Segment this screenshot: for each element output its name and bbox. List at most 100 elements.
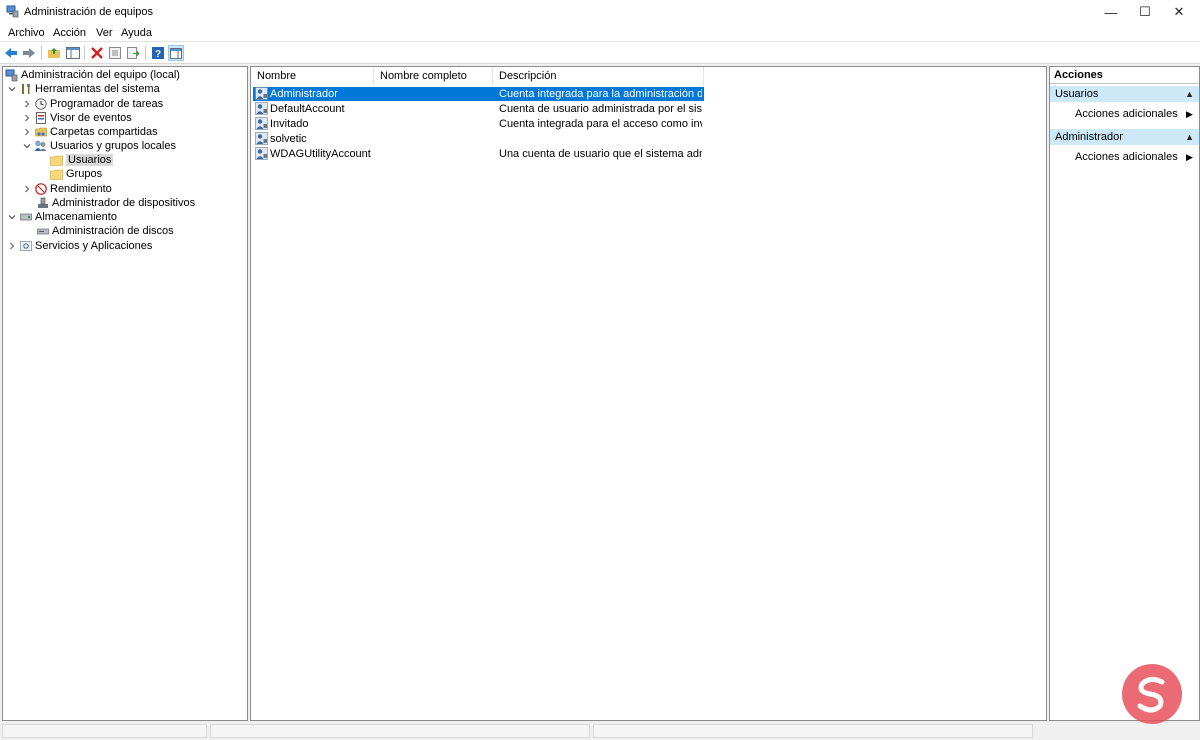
status-segment: [210, 724, 590, 738]
performance-icon: [34, 183, 47, 196]
tree-label: Visor de eventos: [50, 112, 132, 124]
tree-item-disk-management[interactable]: Administración de discos: [36, 224, 174, 238]
section-title: Administrador: [1055, 131, 1123, 143]
menu-accion[interactable]: Acción: [53, 27, 86, 39]
properties-button[interactable]: [107, 45, 123, 61]
menu-archivo[interactable]: Archivo: [8, 27, 45, 39]
tree-item-performance[interactable]: Rendimiento: [22, 182, 112, 196]
user-icon: [255, 117, 268, 130]
menu-ver[interactable]: Ver: [96, 27, 113, 39]
delete-button[interactable]: [89, 45, 105, 61]
tree-label: Administración del equipo (local): [21, 69, 180, 81]
tree-label: Almacenamiento: [35, 211, 117, 223]
help-icon: ?: [152, 47, 164, 59]
table-row[interactable]: Invitado Cuenta integrada para el acceso…: [253, 117, 704, 131]
tree-label: Usuarios y grupos locales: [50, 140, 176, 152]
export-list-button[interactable]: [125, 45, 141, 61]
services-icon: [19, 240, 32, 253]
tree-item-system-tools[interactable]: Herramientas del sistema: [7, 82, 160, 96]
export-list-icon: [126, 47, 139, 59]
device-manager-icon: [36, 197, 49, 210]
help-button[interactable]: ?: [150, 45, 166, 61]
toolbar: ?: [0, 42, 1200, 64]
tree-item-services-apps[interactable]: Servicios y Aplicaciones: [7, 239, 152, 253]
user-name: Administrador: [270, 88, 338, 100]
tree-item-task-scheduler[interactable]: Programador de tareas: [22, 97, 163, 111]
tree-label: Carpetas compartidas: [50, 126, 158, 138]
actions-section-administrador[interactable]: Administrador ▲: [1050, 129, 1199, 145]
tree-item-shared-folders[interactable]: Carpetas compartidas: [22, 125, 158, 139]
chevron-down-icon[interactable]: [22, 141, 32, 151]
show-hide-action-pane-button[interactable]: [168, 45, 184, 61]
users-list: Nombre Nombre completo Descripción Admin…: [250, 66, 1047, 721]
user-description: Una cuenta de usuario que el sistema adm…: [499, 148, 702, 160]
tree-item-storage[interactable]: Almacenamiento: [7, 210, 117, 224]
more-actions-item[interactable]: Acciones adicionales: [1075, 151, 1178, 163]
tree-item-users[interactable]: Usuarios: [50, 153, 114, 167]
toolbar-separator: [145, 46, 146, 60]
tree-label: Programador de tareas: [50, 98, 164, 110]
column-header-description[interactable]: Descripción: [493, 67, 704, 86]
title-bar: Administración de equipos — ☐ ✕: [0, 0, 1200, 24]
computer-management-icon: [5, 69, 18, 82]
back-button[interactable]: [3, 45, 19, 61]
section-title: Usuarios: [1055, 88, 1099, 100]
back-icon: [5, 48, 17, 58]
folder-icon: [50, 168, 63, 181]
status-segment: [593, 724, 1033, 738]
chevron-right-icon[interactable]: [22, 184, 32, 194]
user-name: solvetic: [270, 133, 307, 145]
show-hide-tree-icon: [66, 47, 80, 59]
tree-label: Servicios y Aplicaciones: [35, 240, 153, 252]
user-name: Invitado: [270, 118, 309, 130]
chevron-right-icon[interactable]: [22, 113, 32, 123]
table-row[interactable]: WDAGUtilityAccount Una cuenta de usuario…: [253, 147, 704, 161]
show-hide-action-pane-icon: [170, 47, 182, 59]
toolbar-separator: [41, 46, 42, 60]
user-icon: [255, 132, 268, 145]
clock-icon: [34, 98, 47, 111]
tree-item-groups[interactable]: Grupos: [50, 167, 102, 181]
close-button[interactable]: ✕: [1156, 0, 1200, 24]
tree-label: Usuarios: [66, 154, 114, 166]
user-icon: [255, 87, 268, 100]
table-row[interactable]: solvetic: [253, 132, 704, 146]
up-one-level-button[interactable]: [46, 45, 62, 61]
user-name: DefaultAccount: [270, 103, 345, 115]
column-header-full-name[interactable]: Nombre completo: [374, 67, 493, 86]
event-log-icon: [34, 112, 47, 125]
tree-item-device-manager[interactable]: Administrador de dispositivos: [36, 196, 195, 210]
storage-icon: [19, 211, 32, 224]
actions-section-usuarios[interactable]: Usuarios ▲: [1050, 86, 1199, 102]
tools-icon: [19, 83, 32, 96]
user-name: WDAGUtilityAccount: [270, 148, 371, 160]
folder-icon: [50, 154, 63, 167]
chevron-right-icon[interactable]: [22, 127, 32, 137]
collapse-icon[interactable]: ▲: [1185, 86, 1194, 102]
column-header-name[interactable]: Nombre: [251, 67, 374, 86]
tree-item-root[interactable]: Administración del equipo (local): [5, 68, 180, 82]
menu-ayuda[interactable]: Ayuda: [121, 27, 152, 39]
forward-button[interactable]: [21, 45, 37, 61]
collapse-icon[interactable]: ▲: [1185, 129, 1194, 145]
more-actions-item[interactable]: Acciones adicionales: [1075, 108, 1178, 120]
table-row[interactable]: Administrador Cuenta integrada para la a…: [253, 87, 704, 101]
table-row[interactable]: DefaultAccount Cuenta de usuario adminis…: [253, 102, 704, 116]
status-segment: [2, 724, 207, 738]
user-icon: [255, 147, 268, 160]
status-bar: [0, 722, 1200, 740]
toolbar-separator: [84, 46, 85, 60]
chevron-right-icon[interactable]: [7, 241, 17, 251]
user-description: Cuenta integrada para el acceso como inv…: [499, 118, 702, 130]
svg-text:?: ?: [155, 49, 161, 59]
chevron-right-icon[interactable]: [22, 99, 32, 109]
show-hide-tree-button[interactable]: [65, 45, 81, 61]
tree-label: Grupos: [66, 168, 103, 180]
tree-label: Rendimiento: [50, 183, 112, 195]
tree-item-local-users-groups[interactable]: Usuarios y grupos locales: [22, 139, 176, 153]
chevron-down-icon[interactable]: [7, 84, 17, 94]
tree-item-event-viewer[interactable]: Visor de eventos: [22, 111, 132, 125]
actions-header: Acciones: [1050, 67, 1199, 84]
chevron-down-icon[interactable]: [7, 212, 17, 222]
actions-pane: Acciones Usuarios ▲ Acciones adicionales…: [1049, 66, 1200, 721]
